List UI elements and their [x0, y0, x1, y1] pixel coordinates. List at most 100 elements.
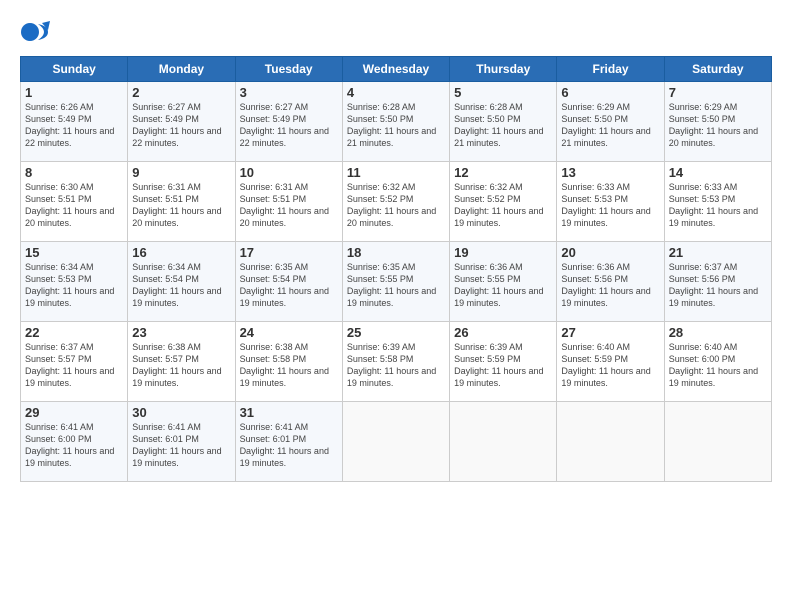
- day-number: 19: [454, 245, 552, 260]
- calendar-cell: 28 Sunrise: 6:40 AMSunset: 6:00 PMDayligh…: [664, 322, 771, 402]
- day-info: Sunrise: 6:41 AMSunset: 6:01 PMDaylight:…: [132, 422, 221, 468]
- day-info: Sunrise: 6:28 AMSunset: 5:50 PMDaylight:…: [454, 102, 543, 148]
- day-number: 7: [669, 85, 767, 100]
- calendar-cell: 18 Sunrise: 6:35 AMSunset: 5:55 PMDayligh…: [342, 242, 449, 322]
- day-number: 2: [132, 85, 230, 100]
- calendar-table: SundayMondayTuesdayWednesdayThursdayFrid…: [20, 56, 772, 482]
- day-info: Sunrise: 6:35 AMSunset: 5:55 PMDaylight:…: [347, 262, 436, 308]
- day-info: Sunrise: 6:41 AMSunset: 6:00 PMDaylight:…: [25, 422, 114, 468]
- day-info: Sunrise: 6:32 AMSunset: 5:52 PMDaylight:…: [347, 182, 436, 228]
- calendar-cell: 22 Sunrise: 6:37 AMSunset: 5:57 PMDayligh…: [21, 322, 128, 402]
- day-number: 3: [240, 85, 338, 100]
- calendar-cell: 9 Sunrise: 6:31 AMSunset: 5:51 PMDaylight…: [128, 162, 235, 242]
- day-info: Sunrise: 6:29 AMSunset: 5:50 PMDaylight:…: [669, 102, 758, 148]
- calendar-cell: [557, 402, 664, 482]
- day-info: Sunrise: 6:28 AMSunset: 5:50 PMDaylight:…: [347, 102, 436, 148]
- day-info: Sunrise: 6:33 AMSunset: 5:53 PMDaylight:…: [669, 182, 758, 228]
- day-info: Sunrise: 6:41 AMSunset: 6:01 PMDaylight:…: [240, 422, 329, 468]
- day-info: Sunrise: 6:27 AMSunset: 5:49 PMDaylight:…: [240, 102, 329, 148]
- day-number: 25: [347, 325, 445, 340]
- day-number: 14: [669, 165, 767, 180]
- header: [20, 16, 772, 48]
- logo: [20, 16, 54, 48]
- calendar-cell: 16Sunrise: 6:34 AMSunset: 5:54 PMDayligh…: [128, 242, 235, 322]
- day-info: Sunrise: 6:39 AMSunset: 5:59 PMDaylight:…: [454, 342, 543, 388]
- calendar-cell: 23 Sunrise: 6:38 AMSunset: 5:57 PMDayligh…: [128, 322, 235, 402]
- day-number: 1: [25, 85, 123, 100]
- day-number: 21: [669, 245, 767, 260]
- calendar-cell: 29Sunrise: 6:41 AMSunset: 6:00 PMDayligh…: [21, 402, 128, 482]
- day-number: 20: [561, 245, 659, 260]
- day-info: Sunrise: 6:38 AMSunset: 5:57 PMDaylight:…: [132, 342, 221, 388]
- day-number: 6: [561, 85, 659, 100]
- calendar-cell: 31 Sunrise: 6:41 AMSunset: 6:01 PMDayligh…: [235, 402, 342, 482]
- day-number: 28: [669, 325, 767, 340]
- day-number: 16: [132, 245, 230, 260]
- weekday-header-row: SundayMondayTuesdayWednesdayThursdayFrid…: [21, 57, 772, 82]
- day-info: Sunrise: 6:33 AMSunset: 5:53 PMDaylight:…: [561, 182, 650, 228]
- day-number: 24: [240, 325, 338, 340]
- calendar-cell: 1 Sunrise: 6:26 AMSunset: 5:49 PMDaylight…: [21, 82, 128, 162]
- day-info: Sunrise: 6:37 AMSunset: 5:56 PMDaylight:…: [669, 262, 758, 308]
- calendar-cell: 15 Sunrise: 6:34 AMSunset: 5:53 PMDayligh…: [21, 242, 128, 322]
- day-number: 18: [347, 245, 445, 260]
- day-info: Sunrise: 6:29 AMSunset: 5:50 PMDaylight:…: [561, 102, 650, 148]
- calendar-cell: 4 Sunrise: 6:28 AMSunset: 5:50 PMDaylight…: [342, 82, 449, 162]
- day-info: Sunrise: 6:38 AMSunset: 5:58 PMDaylight:…: [240, 342, 329, 388]
- day-info: Sunrise: 6:39 AMSunset: 5:58 PMDaylight:…: [347, 342, 436, 388]
- calendar-cell: 3 Sunrise: 6:27 AMSunset: 5:49 PMDaylight…: [235, 82, 342, 162]
- day-number: 13: [561, 165, 659, 180]
- day-number: 15: [25, 245, 123, 260]
- day-number: 9: [132, 165, 230, 180]
- day-info: Sunrise: 6:36 AMSunset: 5:55 PMDaylight:…: [454, 262, 543, 308]
- calendar-week-3: 15 Sunrise: 6:34 AMSunset: 5:53 PMDayligh…: [21, 242, 772, 322]
- calendar-week-4: 22 Sunrise: 6:37 AMSunset: 5:57 PMDayligh…: [21, 322, 772, 402]
- day-number: 22: [25, 325, 123, 340]
- day-info: Sunrise: 6:31 AMSunset: 5:51 PMDaylight:…: [132, 182, 221, 228]
- day-number: 30: [132, 405, 230, 420]
- weekday-wednesday: Wednesday: [342, 57, 449, 82]
- weekday-saturday: Saturday: [664, 57, 771, 82]
- day-info: Sunrise: 6:40 AMSunset: 5:59 PMDaylight:…: [561, 342, 650, 388]
- calendar-cell: 14 Sunrise: 6:33 AMSunset: 5:53 PMDayligh…: [664, 162, 771, 242]
- calendar-cell: 2Sunrise: 6:27 AMSunset: 5:49 PMDaylight…: [128, 82, 235, 162]
- day-number: 12: [454, 165, 552, 180]
- weekday-sunday: Sunday: [21, 57, 128, 82]
- calendar-cell: 13 Sunrise: 6:33 AMSunset: 5:53 PMDayligh…: [557, 162, 664, 242]
- calendar-week-2: 8 Sunrise: 6:30 AMSunset: 5:51 PMDaylight…: [21, 162, 772, 242]
- day-number: 4: [347, 85, 445, 100]
- weekday-thursday: Thursday: [450, 57, 557, 82]
- day-number: 31: [240, 405, 338, 420]
- calendar-cell: 30 Sunrise: 6:41 AMSunset: 6:01 PMDayligh…: [128, 402, 235, 482]
- calendar-cell: 19 Sunrise: 6:36 AMSunset: 5:55 PMDayligh…: [450, 242, 557, 322]
- weekday-monday: Monday: [128, 57, 235, 82]
- day-number: 5: [454, 85, 552, 100]
- page: SundayMondayTuesdayWednesdayThursdayFrid…: [0, 0, 792, 612]
- day-info: Sunrise: 6:37 AMSunset: 5:57 PMDaylight:…: [25, 342, 114, 388]
- day-number: 11: [347, 165, 445, 180]
- calendar-cell: 8 Sunrise: 6:30 AMSunset: 5:51 PMDaylight…: [21, 162, 128, 242]
- calendar-cell: 21 Sunrise: 6:37 AMSunset: 5:56 PMDayligh…: [664, 242, 771, 322]
- day-number: 23: [132, 325, 230, 340]
- logo-icon: [20, 16, 52, 48]
- calendar-cell: 7 Sunrise: 6:29 AMSunset: 5:50 PMDaylight…: [664, 82, 771, 162]
- weekday-tuesday: Tuesday: [235, 57, 342, 82]
- day-number: 17: [240, 245, 338, 260]
- day-info: Sunrise: 6:31 AMSunset: 5:51 PMDaylight:…: [240, 182, 329, 228]
- calendar-week-1: 1 Sunrise: 6:26 AMSunset: 5:49 PMDaylight…: [21, 82, 772, 162]
- day-info: Sunrise: 6:40 AMSunset: 6:00 PMDaylight:…: [669, 342, 758, 388]
- calendar-cell: 10Sunrise: 6:31 AMSunset: 5:51 PMDayligh…: [235, 162, 342, 242]
- calendar-cell: [342, 402, 449, 482]
- calendar-cell: 6 Sunrise: 6:29 AMSunset: 5:50 PMDaylight…: [557, 82, 664, 162]
- day-number: 8: [25, 165, 123, 180]
- calendar-week-5: 29Sunrise: 6:41 AMSunset: 6:00 PMDayligh…: [21, 402, 772, 482]
- day-info: Sunrise: 6:30 AMSunset: 5:51 PMDaylight:…: [25, 182, 114, 228]
- calendar-cell: [450, 402, 557, 482]
- day-number: 27: [561, 325, 659, 340]
- weekday-friday: Friday: [557, 57, 664, 82]
- day-info: Sunrise: 6:35 AMSunset: 5:54 PMDaylight:…: [240, 262, 329, 308]
- day-info: Sunrise: 6:34 AMSunset: 5:53 PMDaylight:…: [25, 262, 114, 308]
- day-info: Sunrise: 6:26 AMSunset: 5:49 PMDaylight:…: [25, 102, 114, 148]
- calendar-cell: 24 Sunrise: 6:38 AMSunset: 5:58 PMDayligh…: [235, 322, 342, 402]
- calendar-cell: [664, 402, 771, 482]
